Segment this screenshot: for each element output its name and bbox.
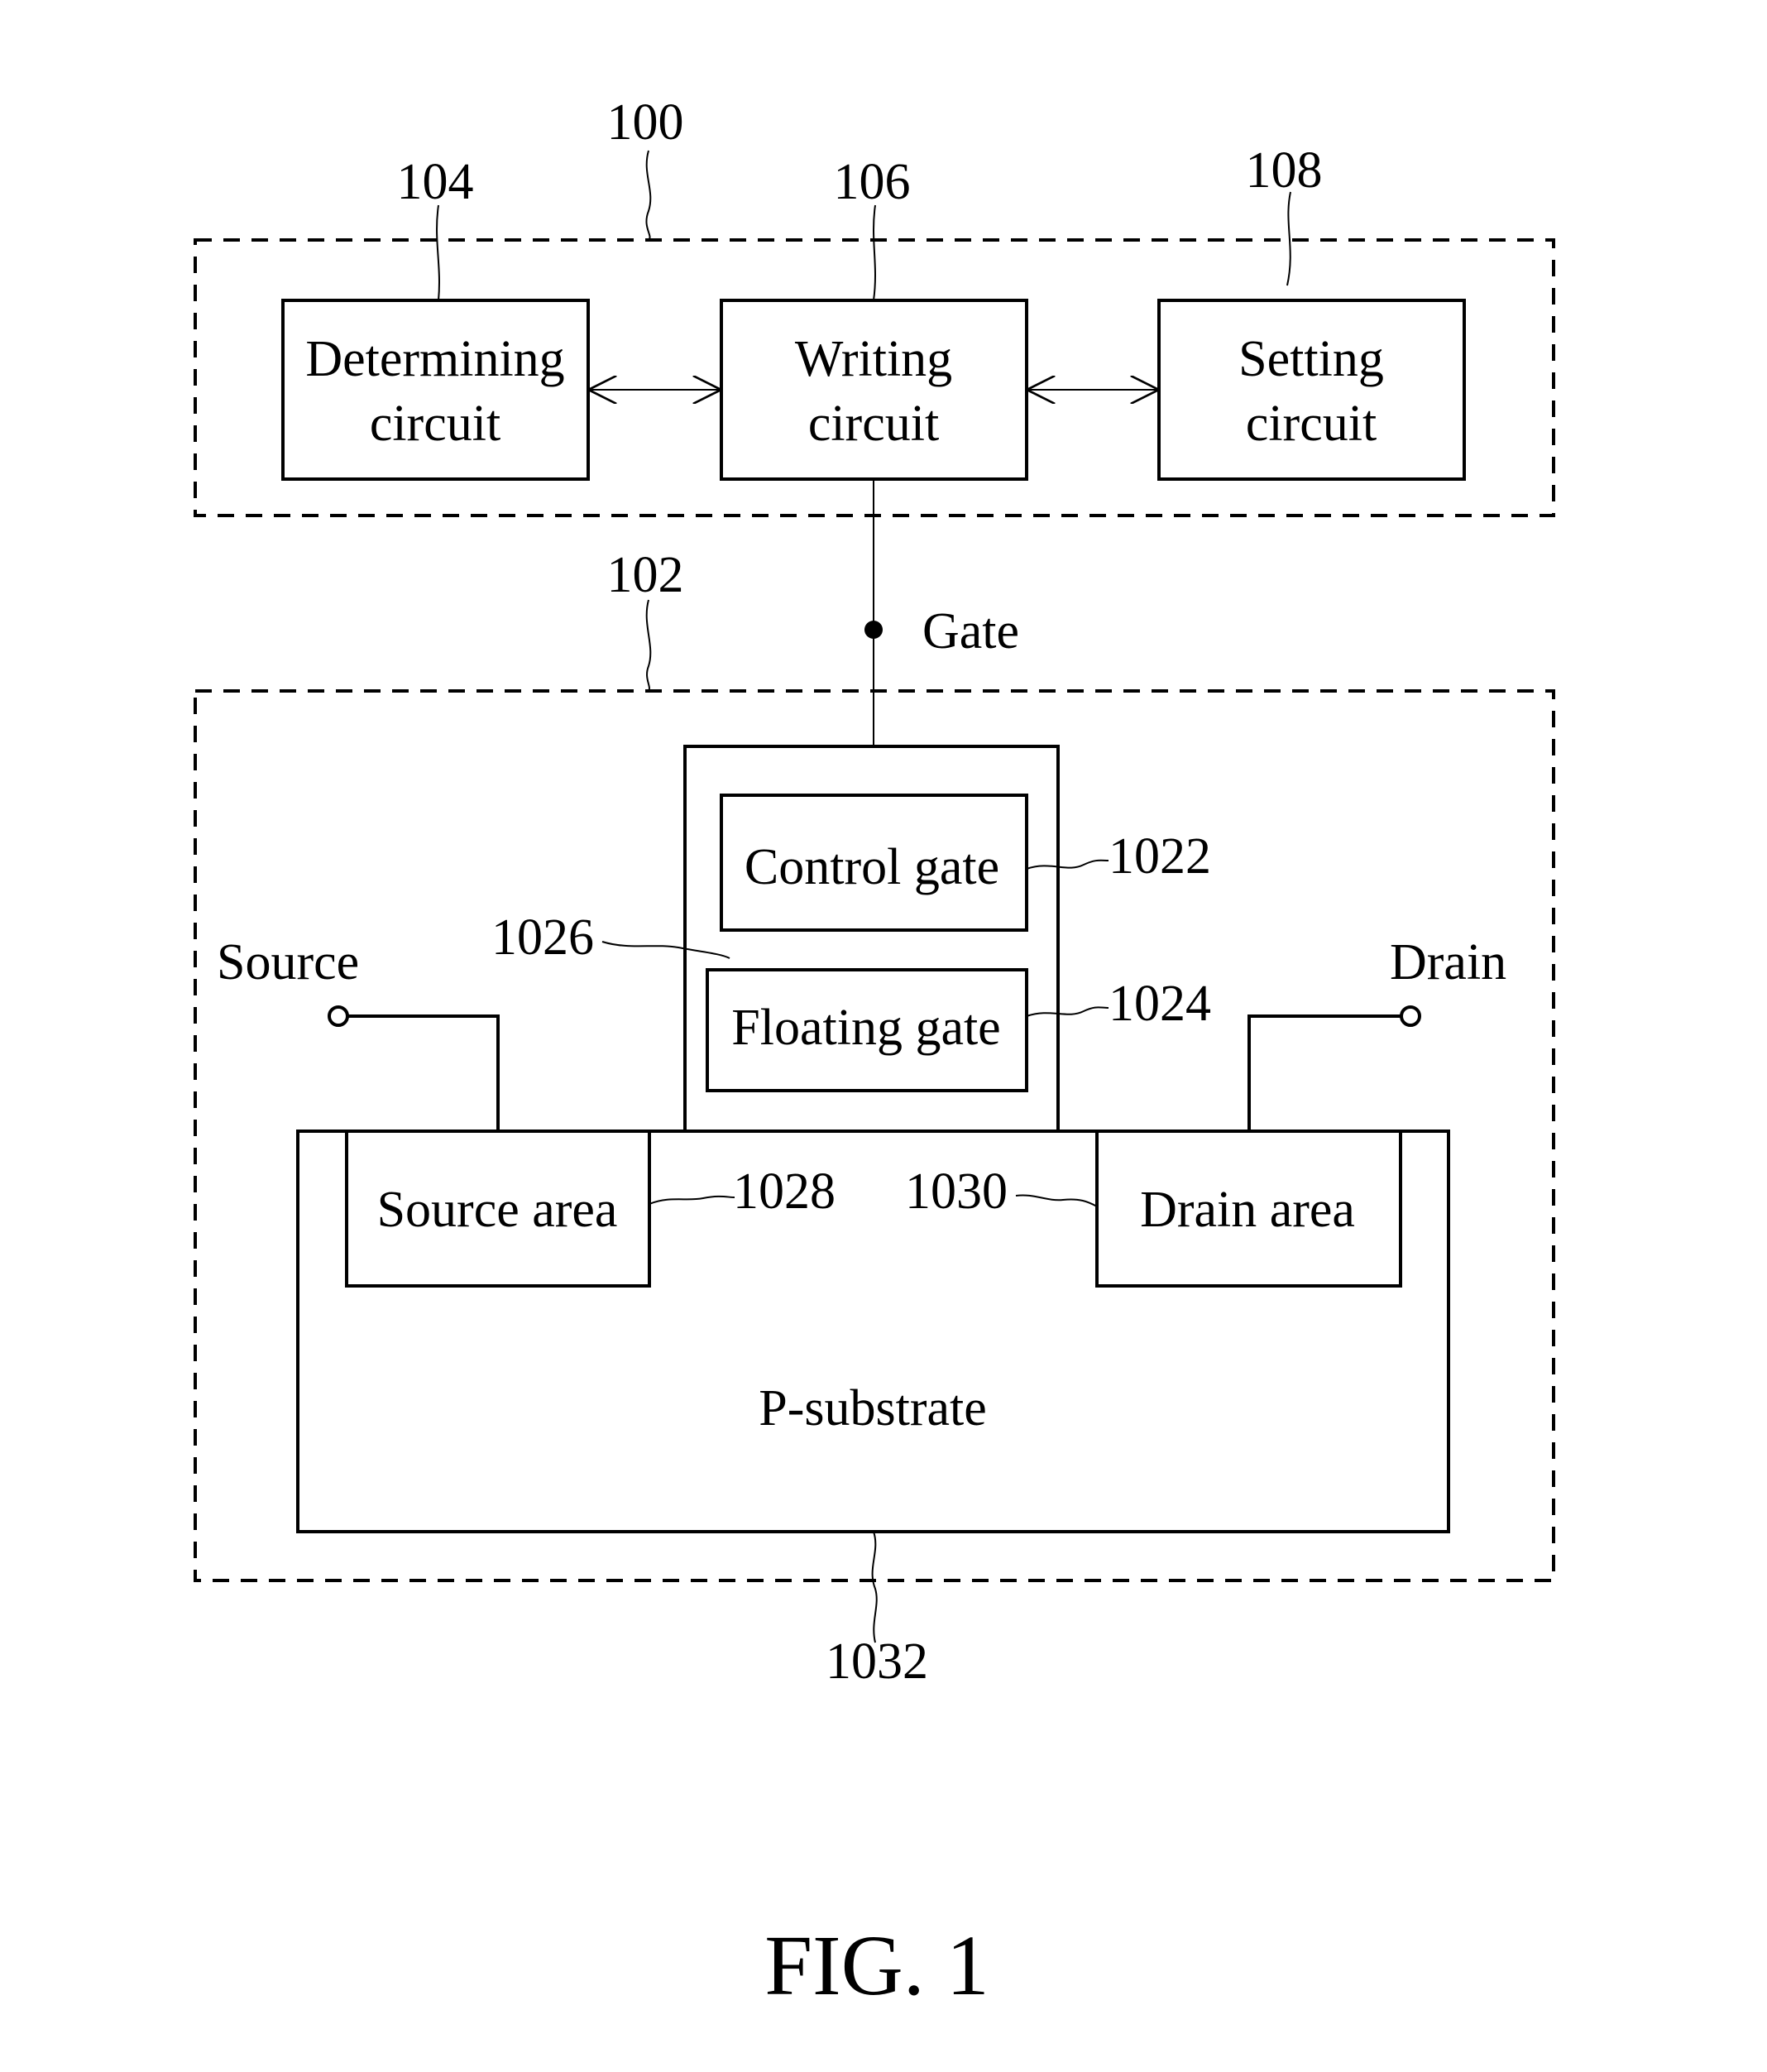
writing-label-line1: Writing — [795, 331, 952, 387]
determining-label-line2: circuit — [370, 396, 500, 452]
ref-104: 104 — [397, 154, 474, 210]
source-wire — [348, 1014, 500, 1131]
determining-circuit-block — [281, 299, 590, 481]
setting-circuit-block — [1157, 299, 1466, 481]
patent-figure: 100 Determining circuit 104 Writing circ… — [194, 94, 1555, 2013]
leader-line-104 — [436, 204, 440, 301]
source-terminal-label: Source — [217, 934, 359, 990]
leader-line-108 — [1286, 191, 1291, 286]
ref-1030: 1030 — [905, 1163, 1008, 1220]
source-area-label: Source area — [377, 1182, 618, 1238]
figure-caption: FIG. 1 — [764, 1918, 989, 2013]
writing-label-line2: circuit — [808, 396, 939, 452]
source-terminal-node — [328, 1005, 349, 1027]
ref-106: 106 — [834, 154, 911, 210]
gate-terminal-label: Gate — [922, 603, 1019, 659]
ref-1032: 1032 — [826, 1633, 928, 1690]
ref-108: 108 — [1246, 142, 1323, 199]
ref-102: 102 — [607, 547, 684, 603]
drain-area-label: Drain area — [1140, 1182, 1355, 1238]
ref-100: 100 — [607, 94, 684, 151]
p-substrate-label: P-substrate — [759, 1380, 987, 1436]
ref-1028: 1028 — [733, 1163, 836, 1220]
floating-gate-label: Floating gate — [731, 1000, 1000, 1056]
ref-1022: 1022 — [1109, 828, 1211, 885]
leader-line-1032 — [871, 1531, 878, 1643]
leader-line-100 — [645, 150, 652, 241]
leader-line-106 — [873, 204, 876, 301]
drain-terminal-label: Drain — [1390, 934, 1506, 990]
determining-label-line1: Determining — [305, 331, 564, 387]
writing-circuit-block — [720, 299, 1028, 481]
control-gate-label: Control gate — [745, 839, 999, 895]
drain-wire — [1247, 1014, 1401, 1131]
ref-1024: 1024 — [1109, 976, 1211, 1032]
ref-1026: 1026 — [491, 909, 594, 966]
leader-line-102 — [645, 599, 652, 692]
setting-label-line1: Setting — [1238, 331, 1384, 387]
drain-terminal-node — [1400, 1005, 1421, 1027]
gate-node-dot — [864, 621, 883, 639]
controller-group: 100 Determining circuit 104 Writing circ… — [194, 94, 1555, 517]
setting-label-line2: circuit — [1246, 396, 1377, 452]
